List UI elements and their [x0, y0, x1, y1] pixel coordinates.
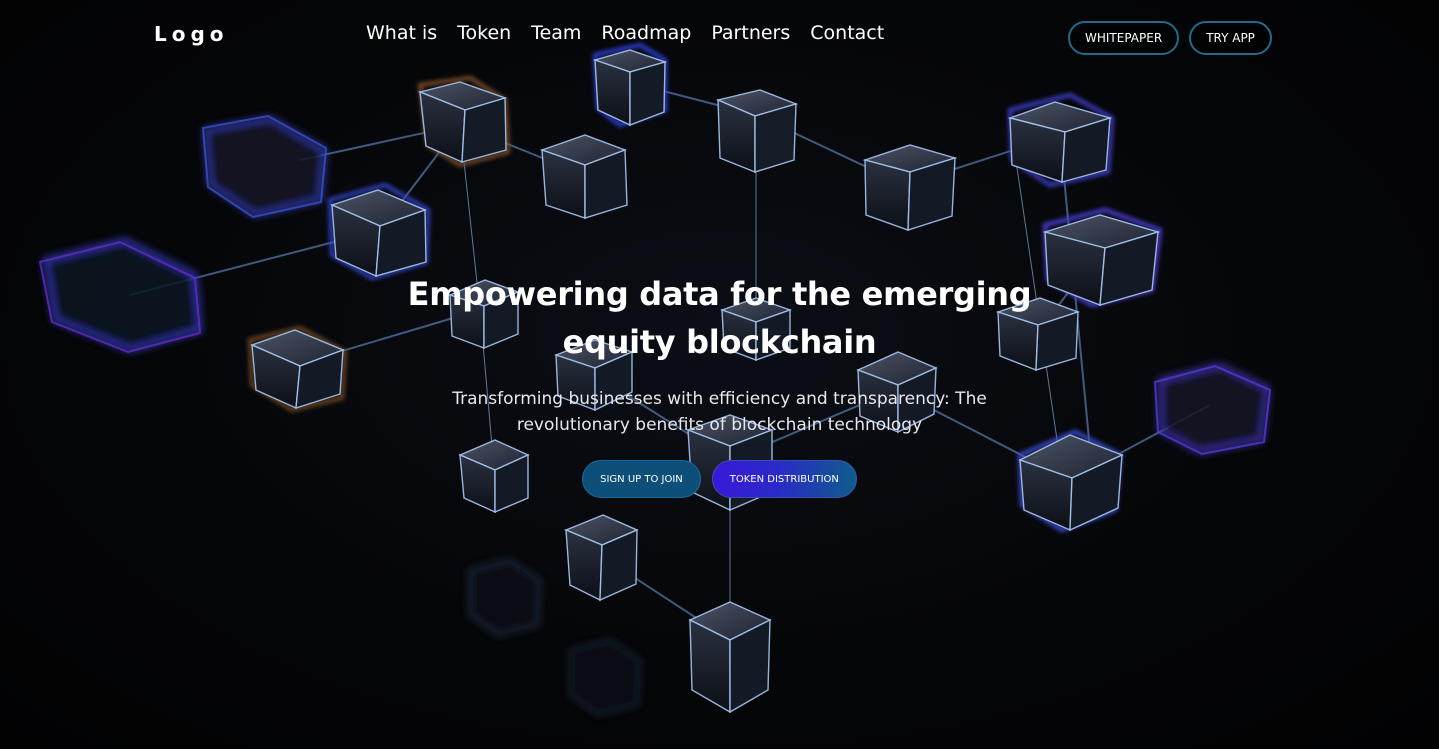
nav-item-token[interactable]: Token	[457, 22, 511, 44]
main-nav: What is Token Team Roadmap Partners Cont…	[366, 22, 884, 44]
header-actions: WHITEPAPER TRY APP	[1068, 21, 1272, 55]
logo[interactable]: Logo	[154, 22, 229, 46]
nav-item-partners[interactable]: Partners	[711, 22, 790, 44]
sign-up-button[interactable]: SIGN UP TO JOIN	[582, 460, 701, 498]
try-app-button[interactable]: TRY APP	[1189, 21, 1272, 55]
hero-actions: SIGN UP TO JOIN TOKEN DISTRIBUTION	[0, 460, 1439, 498]
hero-title: Empowering data for the emerging equity …	[407, 275, 1032, 361]
hero-subtitle: Transforming businesses with efficiency …	[452, 389, 987, 435]
nav-item-team[interactable]: Team	[531, 22, 581, 44]
nav-item-what-is[interactable]: What is	[366, 22, 437, 44]
nav-item-roadmap[interactable]: Roadmap	[601, 22, 691, 44]
hero-section: Empowering data for the emerging equity …	[0, 270, 1439, 498]
site-header: Logo What is Token Team Roadmap Partners…	[0, 0, 1439, 72]
token-distribution-button[interactable]: TOKEN DISTRIBUTION	[711, 460, 857, 498]
nav-item-contact[interactable]: Contact	[810, 22, 884, 44]
landing-page: Logo What is Token Team Roadmap Partners…	[0, 0, 1439, 749]
whitepaper-button[interactable]: WHITEPAPER	[1068, 21, 1180, 55]
